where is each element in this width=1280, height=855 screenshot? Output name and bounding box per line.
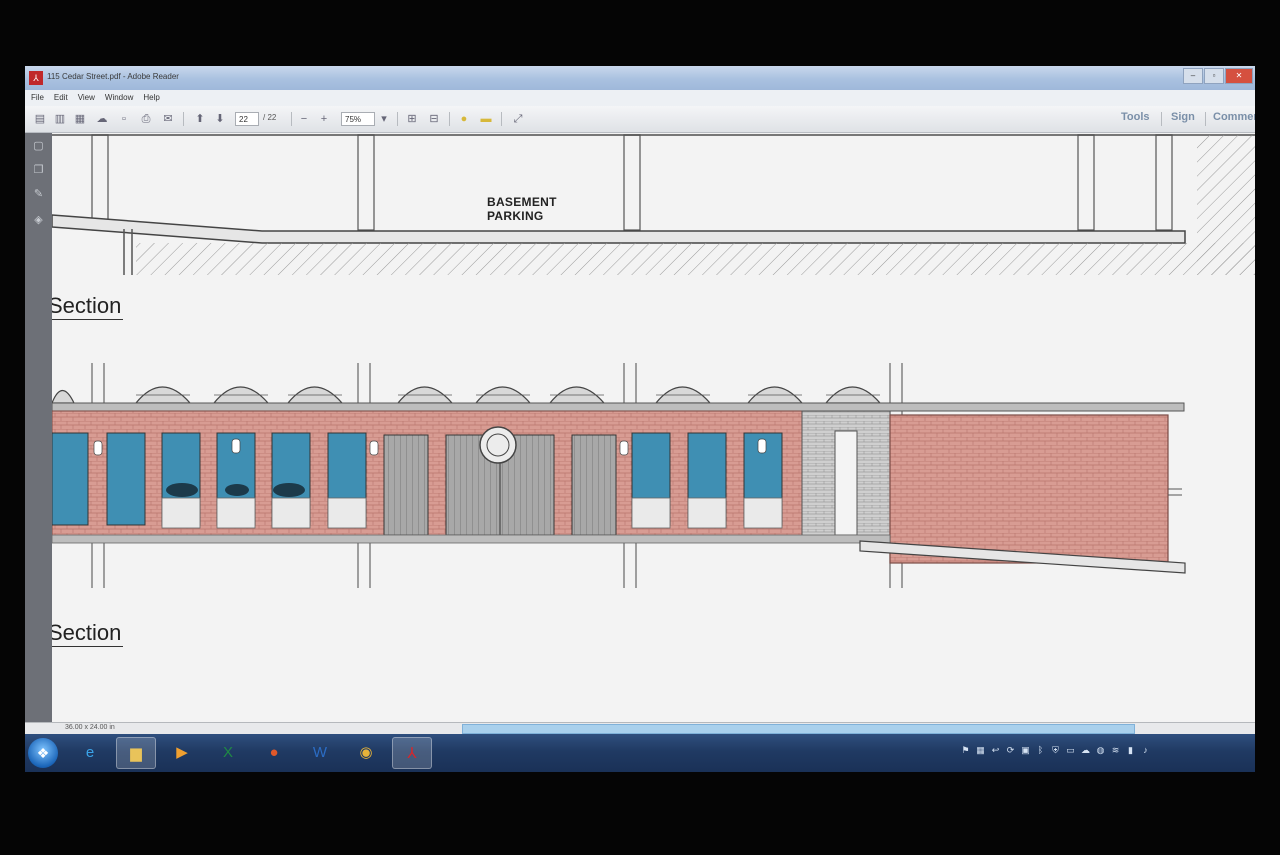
elevation-section (52, 363, 1186, 588)
network-icon[interactable]: ▦ (975, 745, 986, 756)
bluetooth-icon[interactable]: ᛒ (1035, 745, 1046, 756)
toolbar-separator (183, 112, 184, 126)
system-tray: ⚑ ▦ ↩ ⟳ ▣ ᛒ ⛨ ▭ ☁ ◍ ≋ ▮ ♪ (960, 745, 1151, 756)
battery-icon[interactable]: ▮ (1125, 745, 1136, 756)
architectural-drawing (52, 134, 1255, 588)
bookmarks-icon[interactable]: ❐ (31, 163, 46, 178)
media-player-icon[interactable]: ▶ (162, 737, 202, 769)
window-title: 115 Cedar Street.pdf - Adobe Reader (47, 72, 179, 81)
page-total: / 22 (263, 113, 277, 122)
toolbar-separator (1205, 112, 1206, 126)
file-explorer-icon[interactable]: ▆ (116, 737, 156, 769)
basement-label-line2: PARKING (487, 209, 544, 223)
toolbar-separator (1161, 112, 1162, 126)
save-icon[interactable]: ▫ (117, 112, 131, 126)
window-controls: – ▫ ✕ (1183, 68, 1253, 84)
zoom-in-icon[interactable]: + (317, 112, 331, 126)
volume-icon[interactable]: ♪ (1140, 745, 1151, 756)
page-number-input[interactable]: 22 (235, 112, 259, 126)
zoom-dropdown-icon[interactable]: ▾ (377, 112, 391, 126)
menu-bar: File Edit View Window Help (25, 90, 1255, 106)
adobe-reader-icon[interactable]: ⅄ (392, 737, 432, 769)
menu-view[interactable]: View (78, 90, 95, 106)
word-icon[interactable]: W (300, 737, 340, 769)
internet-explorer-icon[interactable]: e (70, 737, 110, 769)
toolbar-separator (397, 112, 398, 126)
taskbar: ❖ e ▆ ▶ X ● W ◉ ⅄ ⚑ ▦ ↩ ⟳ ▣ ᛒ ⛨ ▭ ☁ ◍ ≋ ▮ ♪ (25, 734, 1255, 772)
chrome-icon[interactable]: ◉ (346, 737, 386, 769)
start-button[interactable]: ❖ (28, 738, 58, 768)
tools-button[interactable]: Tools (1121, 111, 1150, 123)
logo-emblem (479, 426, 517, 464)
full-screen-icon[interactable]: ⤢ (511, 112, 525, 126)
layers-icon[interactable]: ◈ (31, 213, 46, 228)
page-thumbnails-icon[interactable]: ▢ (31, 139, 46, 154)
basement-section (52, 134, 1255, 275)
horizontal-scrollbar[interactable] (462, 724, 1135, 734)
cloud-icon[interactable]: ☁ (95, 112, 109, 126)
comment-icon[interactable]: ● (457, 112, 471, 126)
menu-help[interactable]: Help (143, 90, 159, 106)
menu-window[interactable]: Window (105, 90, 133, 106)
minimize-button[interactable]: – (1183, 68, 1203, 84)
comment-button[interactable]: Comment (1213, 111, 1255, 123)
drive-icon[interactable]: ▭ (1065, 745, 1076, 756)
toolbar-separator (291, 112, 292, 126)
zoom-level-input[interactable]: 75% (341, 112, 375, 126)
adobe-reader-icon: ⅄ (29, 71, 43, 85)
previous-page-icon[interactable]: ⬆ (193, 112, 207, 126)
sign-button[interactable]: Sign (1171, 111, 1195, 123)
highlight-icon[interactable]: ▬ (479, 112, 493, 126)
fit-width-icon[interactable]: ⊟ (427, 112, 441, 126)
title-bar: ⅄ 115 Cedar Street.pdf - Adobe Reader – … (25, 66, 1255, 90)
shield-icon[interactable]: ⛨ (1050, 745, 1061, 756)
toolbar-separator (449, 112, 450, 126)
open-file-icon[interactable]: ▥ (53, 112, 67, 126)
zoom-out-icon[interactable]: − (297, 112, 311, 126)
email-icon[interactable]: ✉ (161, 112, 175, 126)
create-pdf-icon[interactable]: ▤ (33, 112, 47, 126)
menu-file[interactable]: File (31, 90, 44, 106)
monitor-icon[interactable]: ▣ (1020, 745, 1031, 756)
globe-icon[interactable]: ◍ (1095, 745, 1106, 756)
flag-icon[interactable]: ⚑ (960, 745, 971, 756)
excel-icon[interactable]: X (208, 737, 248, 769)
fit-page-icon[interactable]: ⊞ (405, 112, 419, 126)
toolbar: ▤ ▥ ▦ ☁ ▫ ⎙ ✉ ⬆ ⬇ 22 / 22 − + 75% ▾ ⊞ ⊟ … (25, 106, 1255, 133)
powerpoint-icon[interactable]: ● (254, 737, 294, 769)
print-icon[interactable]: ⎙ (139, 112, 153, 126)
toolbar-separator (501, 112, 502, 126)
basement-label-line1: BASEMENT (487, 195, 557, 209)
document-view[interactable]: BASEMENT PARKING Section Section (52, 133, 1255, 722)
wifi-icon[interactable]: ≋ (1110, 745, 1121, 756)
next-page-icon[interactable]: ⬇ (213, 112, 227, 126)
sync-icon[interactable]: ⟳ (1005, 745, 1016, 756)
attachments-icon[interactable]: ✎ (31, 187, 46, 202)
arrow-icon[interactable]: ↩ (990, 745, 1001, 756)
close-button[interactable]: ✕ (1225, 68, 1253, 84)
edit-icon[interactable]: ▦ (73, 112, 87, 126)
navigation-pane: ▢ ❐ ✎ ◈ (25, 133, 52, 722)
desktop-screen: ⅄ 115 Cedar Street.pdf - Adobe Reader – … (25, 66, 1255, 772)
menu-edit[interactable]: Edit (54, 90, 68, 106)
cloud-icon[interactable]: ☁ (1080, 745, 1091, 756)
basement-parking-label: BASEMENT PARKING (487, 195, 557, 223)
maximize-button[interactable]: ▫ (1204, 68, 1224, 84)
page-size-readout: 36.00 x 24.00 in (65, 724, 115, 731)
section-heading-lower: Section (52, 620, 124, 647)
section-heading-upper: Section (52, 293, 124, 320)
